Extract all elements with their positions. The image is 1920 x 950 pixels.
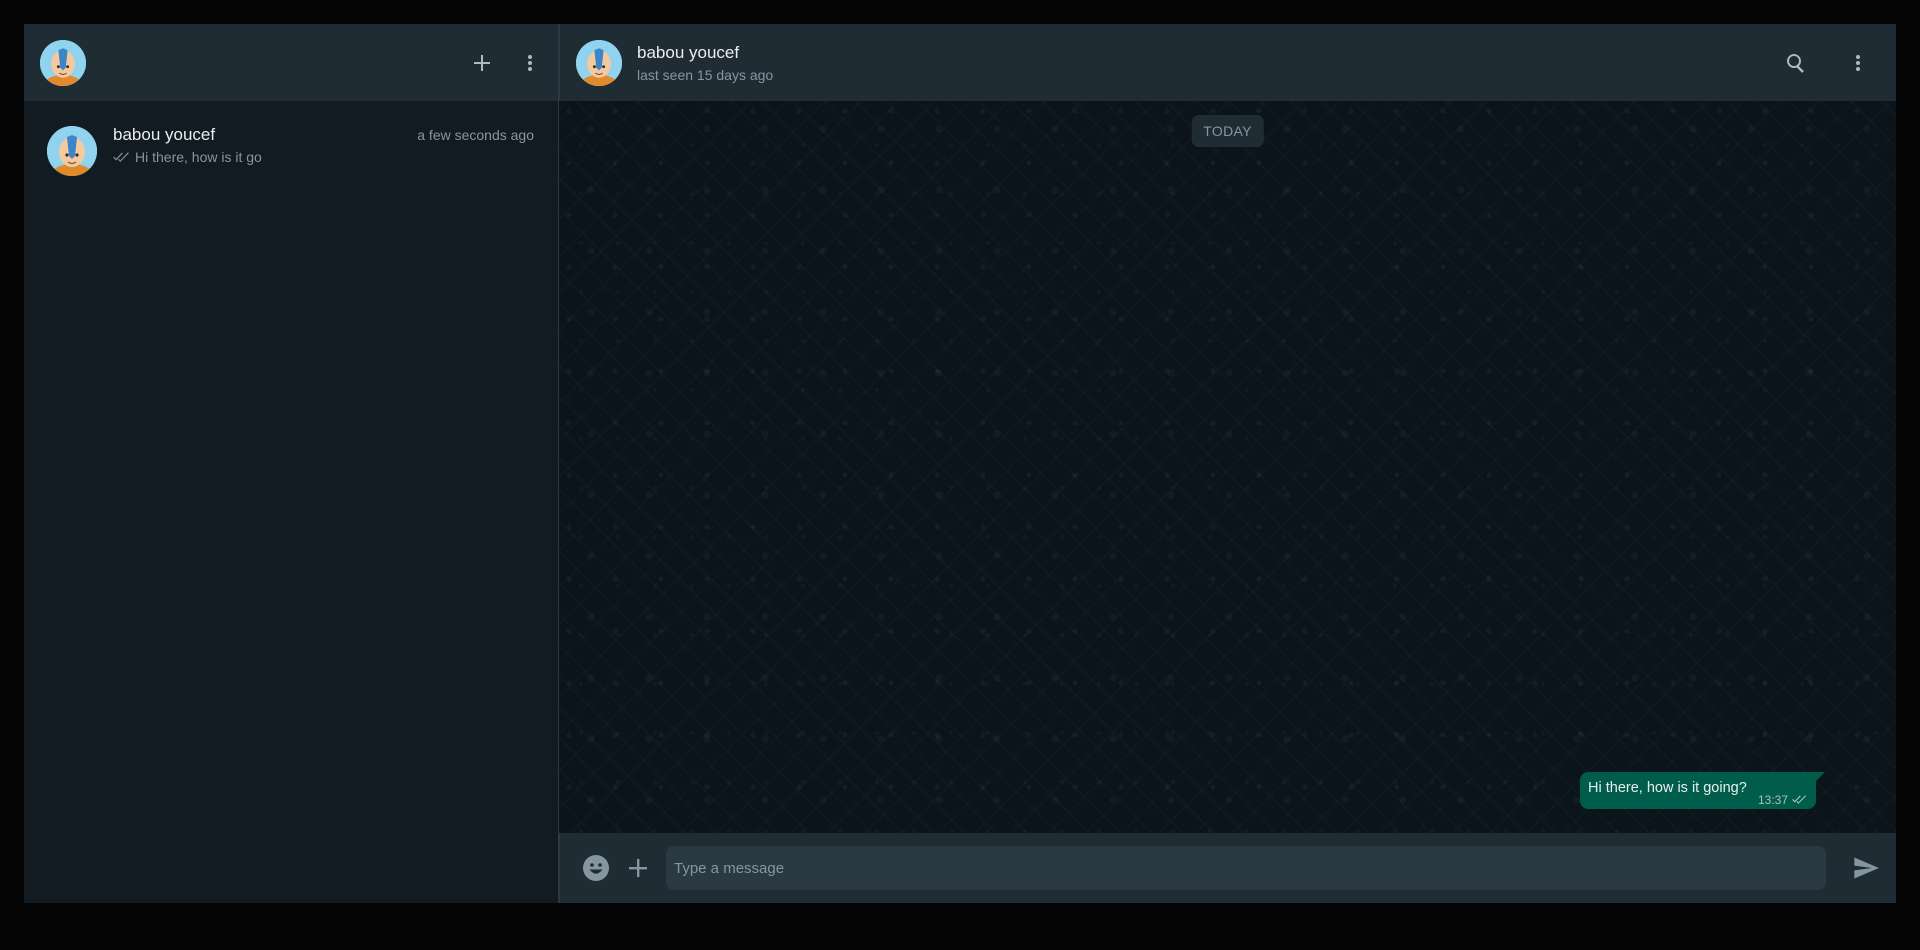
conversation-menu-button[interactable]	[1846, 51, 1870, 75]
send-button[interactable]	[1852, 854, 1880, 882]
contact-avatar[interactable]	[576, 39, 622, 86]
message-time: 13:37	[1757, 793, 1788, 807]
emoji-button[interactable]	[582, 854, 610, 882]
date-divider: TODAY	[1191, 115, 1264, 147]
conversation-header-actions	[1784, 51, 1870, 75]
search-icon	[1786, 53, 1804, 73]
chat-list: babou youcef a few seconds ago Hi there,…	[24, 101, 558, 903]
send-icon	[1854, 857, 1879, 879]
user-avatar[interactable]	[40, 39, 86, 86]
plus-icon	[474, 54, 490, 71]
chat-app: babou youcef a few seconds ago Hi there,…	[24, 24, 1896, 903]
attach-button[interactable]	[624, 854, 652, 882]
contact-name: babou youcef	[637, 42, 740, 62]
sidebar-menu-button[interactable]	[518, 51, 542, 75]
chat-info: babou youcef a few seconds ago Hi there,…	[113, 125, 534, 165]
chat-preview: Hi there, how is it going?	[113, 149, 534, 165]
message-input[interactable]	[666, 846, 1826, 890]
chat-preview-text: Hi there, how is it going?	[135, 149, 262, 165]
chat-name: babou youcef	[113, 125, 216, 144]
plus-icon	[629, 859, 647, 877]
kebab-menu-icon	[528, 54, 532, 71]
outgoing-message[interactable]: Hi there, how is it going? 13:37	[1580, 772, 1825, 809]
search-button[interactable]	[1784, 51, 1808, 75]
sidebar-header-actions	[470, 51, 542, 75]
contact-status: last seen 15 days ago	[637, 66, 774, 83]
emoji-icon	[583, 855, 609, 881]
chat-time: a few seconds ago	[417, 127, 534, 143]
conversation-header: babou youcef last seen 15 days ago	[559, 24, 1896, 101]
aang-avatar-icon	[47, 126, 97, 176]
chat-top-row: babou youcef a few seconds ago	[113, 125, 534, 145]
kebab-menu-icon	[1856, 54, 1860, 71]
chat-list-item[interactable]: babou youcef a few seconds ago Hi there,…	[24, 101, 558, 201]
aang-avatar-icon	[576, 39, 622, 86]
bubble-tail	[1816, 772, 1825, 781]
message-composer	[559, 833, 1896, 903]
aang-avatar-icon	[40, 39, 86, 86]
double-check-icon	[113, 149, 131, 165]
sidebar: babou youcef a few seconds ago Hi there,…	[24, 24, 559, 903]
message-area[interactable]: TODAY Hi there, how is it going? 13:37	[559, 101, 1896, 833]
new-chat-button[interactable]	[470, 51, 494, 75]
conversation-panel: babou youcef last seen 15 days ago TODAY…	[559, 24, 1896, 903]
contact-avatar	[47, 126, 97, 176]
message-meta: 13:37	[1758, 793, 1808, 807]
contact-info[interactable]: babou youcef last seen 15 days ago	[637, 43, 773, 83]
double-check-icon	[1792, 793, 1808, 807]
sidebar-header	[24, 24, 558, 101]
